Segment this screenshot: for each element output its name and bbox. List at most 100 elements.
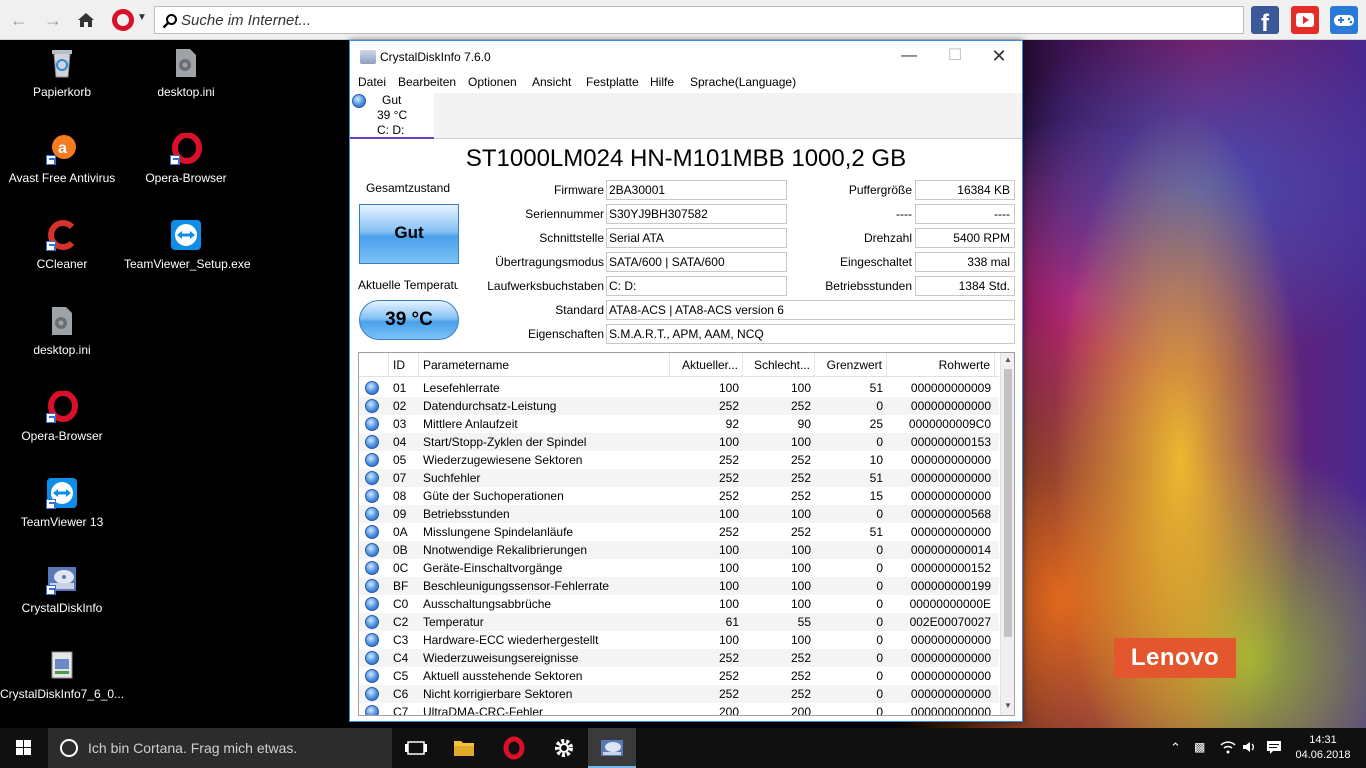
cell-threshold: 0 (876, 561, 883, 575)
col-worst[interactable]: Schlecht... (743, 353, 815, 377)
desktop-icon-recycle-bin[interactable]: Papierkorb (0, 47, 124, 99)
smart-table[interactable]: ID Parametername Aktueller... Schlecht..… (358, 352, 1015, 716)
menu-datei[interactable]: Datei (358, 75, 386, 89)
table-row[interactable]: C5 Aktuell ausstehende Sektoren 252 252 0 000… (359, 667, 999, 685)
show-hidden-icons[interactable]: ⌃ (1170, 740, 1181, 756)
search-box[interactable] (154, 6, 1244, 34)
cell-raw: 000000000009 (910, 381, 991, 395)
title-bar[interactable]: CrystalDiskInfo 7.6.0 — ☐ ✕ (350, 41, 1022, 73)
col-threshold[interactable]: Grenzwert (815, 353, 887, 377)
col-raw[interactable]: Rohwerte (887, 353, 995, 377)
opera-taskbar-button[interactable] (490, 728, 538, 768)
table-row[interactable]: BF Beschleunigungssensor-Fehlerrate 100 100… (359, 577, 999, 595)
table-row[interactable]: C0 Ausschaltungsabbrüche 100 100 0 0000000000… (359, 595, 999, 613)
menu-ansicht[interactable]: Ansicht (532, 75, 571, 89)
cell-worst: 252 (790, 651, 811, 665)
forward-icon[interactable]: → (42, 9, 64, 31)
file-explorer-button[interactable] (440, 728, 488, 768)
smart-scrollbar[interactable]: ▲ ▼ (1000, 353, 1014, 715)
desktop-icon-ccleaner[interactable]: CCleaner (0, 219, 124, 271)
cell-threshold: 0 (876, 633, 883, 647)
cell-worst: 252 (790, 525, 811, 539)
table-row[interactable]: C3 Hardware-ECC wiederhergestellt 100 100 0 0… (359, 631, 999, 649)
status-good-icon (365, 453, 379, 467)
menu-bearbeiten[interactable]: Bearbeiten (398, 75, 456, 89)
desktop-icon-opera-2[interactable]: Opera-Browser (0, 390, 124, 443)
cell-worst: 252 (790, 669, 811, 683)
scroll-thumb[interactable] (1004, 369, 1012, 637)
people-icon[interactable]: ▩ (1194, 740, 1205, 754)
status-good-icon (365, 435, 379, 449)
back-icon[interactable]: ← (8, 9, 30, 31)
desktop-icon-crystaldiskinfo-installer[interactable]: CrystalDiskInfo7_6_0... (0, 649, 124, 701)
desktop-icon-teamviewer-setup[interactable]: TeamViewer_Setup.exe (124, 219, 251, 271)
recycle-bin-icon (46, 47, 78, 79)
col-id[interactable]: ID (389, 353, 419, 377)
menu-optionen[interactable]: Optionen (468, 75, 517, 89)
table-row[interactable]: C2 Temperatur 61 55 0 002E00070027 (359, 613, 999, 631)
cell-threshold: 0 (876, 615, 883, 629)
task-view-button[interactable] (392, 728, 440, 768)
table-row[interactable]: 03 Mittlere Anlaufzeit 92 90 25 0000000009C0 (359, 415, 999, 433)
table-row[interactable]: C6 Nicht korrigierbare Sektoren 252 252 0 000… (359, 685, 999, 703)
task-view-icon (405, 741, 427, 755)
status-good-icon (365, 597, 379, 611)
table-row[interactable]: 02 Datendurchsatz-Leistung 252 252 0 00000000… (359, 397, 999, 415)
chevron-down-icon[interactable]: ▼ (137, 12, 147, 23)
disk-tab-temp: 39 °C (377, 108, 408, 122)
col-current[interactable]: Aktueller... (670, 353, 743, 377)
maximize-button[interactable]: ☐ (932, 41, 978, 73)
cell-name: Nnotwendige Rekalibrierungen (423, 543, 588, 557)
desktop-icon-crystaldiskinfo[interactable]: CrystalDiskInfo (0, 563, 124, 615)
col-status[interactable] (359, 353, 389, 377)
menu-festplatte[interactable]: Festplatte (586, 75, 639, 89)
desktop-icon-desktop-ini[interactable]: desktop.ini (124, 47, 248, 99)
crystaldiskinfo-taskbar-button[interactable] (588, 728, 636, 768)
desktop-icon-desktop-ini-2[interactable]: desktop.ini (0, 305, 124, 357)
desktop-icon-teamviewer[interactable]: TeamViewer 13 (0, 477, 124, 529)
volume-icon[interactable] (1242, 740, 1258, 757)
table-row[interactable]: 0C Geräte-Einschaltvorgänge 100 100 0 0000000… (359, 559, 999, 577)
table-row[interactable]: 05 Wiederzugewiesene Sektoren 252 252 10 0000… (359, 451, 999, 469)
cell-worst: 252 (790, 471, 811, 485)
menu-sprache[interactable]: Sprache(Language) (690, 75, 796, 89)
search-input[interactable] (181, 10, 1231, 30)
cortana-search[interactable]: Ich bin Cortana. Frag mich etwas. (48, 728, 392, 768)
desktop-icon-opera[interactable]: Opera-Browser (124, 132, 248, 185)
wifi-icon[interactable] (1220, 740, 1236, 757)
table-row[interactable]: C7 UltraDMA-CRC-Fehler 200 200 0 000000000000 (359, 703, 999, 715)
scroll-up-icon[interactable]: ▲ (1001, 353, 1014, 367)
cell-name: Betriebsstunden (423, 507, 510, 521)
status-good-icon (365, 489, 379, 503)
table-row[interactable]: 04 Start/Stopp-Zyklen der Spindel 100 100 0 0… (359, 433, 999, 451)
table-row[interactable]: 08 Güte der Suchoperationen 252 252 15 000000… (359, 487, 999, 505)
scroll-down-icon[interactable]: ▼ (1001, 699, 1014, 713)
opera-menu-icon[interactable] (112, 9, 134, 31)
col-name[interactable]: Parametername (419, 353, 670, 377)
table-row[interactable]: 0B Nnotwendige Rekalibrierungen 100 100 0 000… (359, 541, 999, 559)
table-row[interactable]: 09 Betriebsstunden 100 100 0 000000000568 (359, 505, 999, 523)
table-row[interactable]: 01 Lesefehlerrate 100 100 51 000000000009 (359, 379, 999, 397)
lenovo-logo: Lenovo (1114, 638, 1236, 678)
youtube-icon[interactable] (1291, 6, 1319, 34)
close-button[interactable]: ✕ (976, 41, 1022, 73)
minimize-button[interactable]: — (886, 41, 932, 73)
search-icon (162, 14, 177, 29)
taskbar-clock[interactable]: 14:31 04.06.2018 (1290, 733, 1356, 763)
desktop-icon-avast[interactable]: a Avast Free Antivirus (0, 133, 124, 185)
menu-hilfe[interactable]: Hilfe (650, 75, 674, 89)
table-row[interactable]: C4 Wiederzuweisungsereignisse 252 252 0 00000… (359, 649, 999, 667)
settings-taskbar-button[interactable] (540, 728, 588, 768)
table-row[interactable]: 0A Misslungene Spindelanläufe 252 252 51 0000… (359, 523, 999, 541)
temperature-button[interactable]: 39 °C (359, 300, 459, 340)
facebook-icon[interactable]: f (1251, 6, 1279, 37)
table-row[interactable]: 07 Suchfehler 252 252 51 000000000000 (359, 469, 999, 487)
home-icon[interactable] (75, 9, 97, 31)
cell-threshold: 0 (876, 597, 883, 611)
notification-icon[interactable] (1266, 740, 1282, 757)
blank-value: ---- (915, 204, 1015, 224)
health-status-button[interactable]: Gut (359, 204, 459, 264)
gamepad-icon[interactable] (1330, 6, 1358, 34)
disk-tab[interactable]: Gut 39 °C C: D: (350, 93, 434, 139)
start-button[interactable] (0, 728, 48, 768)
